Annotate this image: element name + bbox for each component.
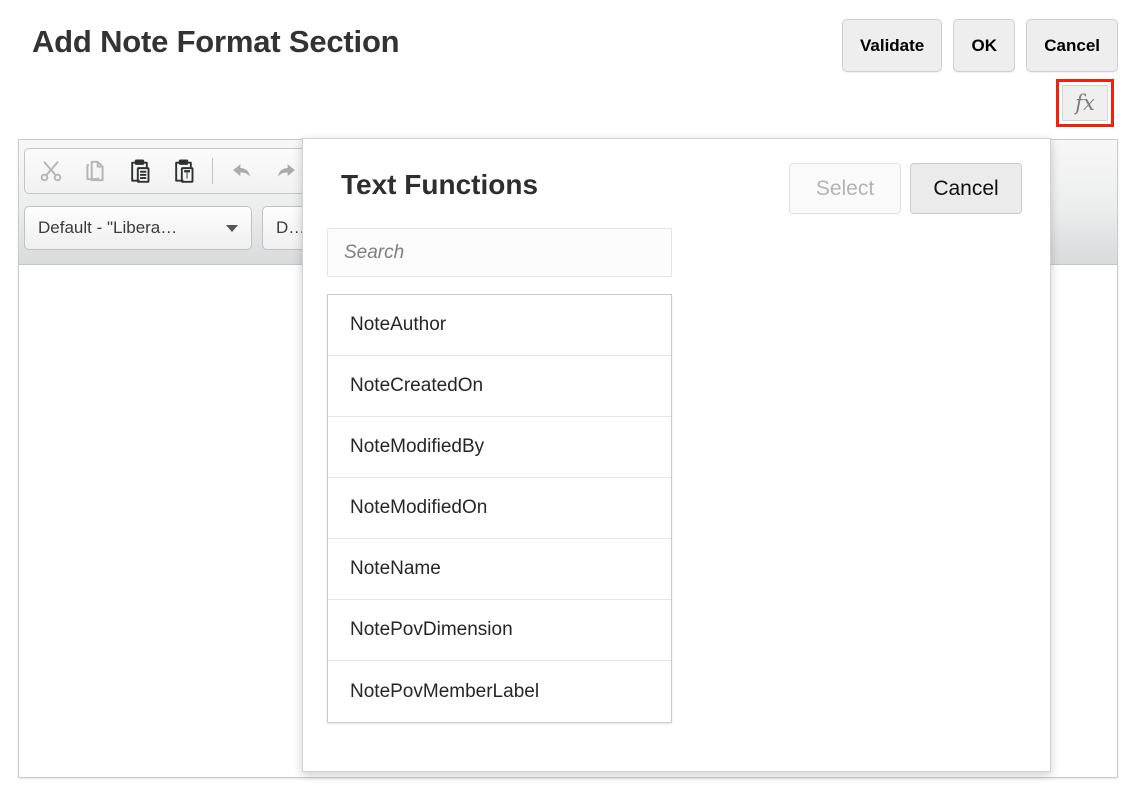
toolbar-divider [212, 158, 213, 184]
search-input[interactable] [327, 228, 672, 277]
font-family-value: Default - "Libera… [38, 218, 177, 238]
svg-text:T: T [183, 170, 190, 181]
chevron-down-icon [226, 225, 238, 232]
list-item[interactable]: NoteCreatedOn [328, 356, 671, 417]
cancel-button[interactable]: Cancel [1026, 19, 1118, 72]
page-title: Add Note Format Section [32, 24, 399, 60]
fx-button-highlight-annotation: fx [1056, 79, 1114, 127]
header-actions: Validate OK Cancel [842, 19, 1118, 72]
list-item[interactable]: NoteModifiedBy [328, 417, 671, 478]
editor-toolbar-icon-group: T [24, 148, 313, 194]
copy-icon[interactable] [73, 151, 117, 191]
dialog-title: Text Functions [341, 169, 538, 201]
dialog-actions: Select Cancel [789, 163, 1022, 214]
function-list[interactable]: NoteAuthor NoteCreatedOn NoteModifiedBy … [327, 294, 672, 723]
text-functions-dialog: Text Functions Select Cancel NoteAuthor … [302, 138, 1051, 772]
paste-icon[interactable] [117, 151, 161, 191]
list-item[interactable]: NotePovDimension [328, 600, 671, 661]
select-button[interactable]: Select [789, 163, 901, 214]
validate-button[interactable]: Validate [842, 19, 942, 72]
list-item[interactable]: NoteAuthor [328, 295, 671, 356]
font-family-select[interactable]: Default - "Libera… [24, 206, 252, 250]
list-item[interactable]: NoteName [328, 539, 671, 600]
ok-button[interactable]: OK [953, 19, 1015, 72]
undo-icon[interactable] [220, 151, 264, 191]
paste-as-text-icon[interactable]: T [161, 151, 205, 191]
font-size-value: D… [276, 218, 305, 238]
list-item[interactable]: NoteModifiedOn [328, 478, 671, 539]
list-item[interactable]: NotePovMemberLabel [328, 661, 671, 722]
dialog-cancel-button[interactable]: Cancel [910, 163, 1022, 214]
cut-icon[interactable] [29, 151, 73, 191]
fx-icon[interactable]: fx [1062, 85, 1108, 121]
